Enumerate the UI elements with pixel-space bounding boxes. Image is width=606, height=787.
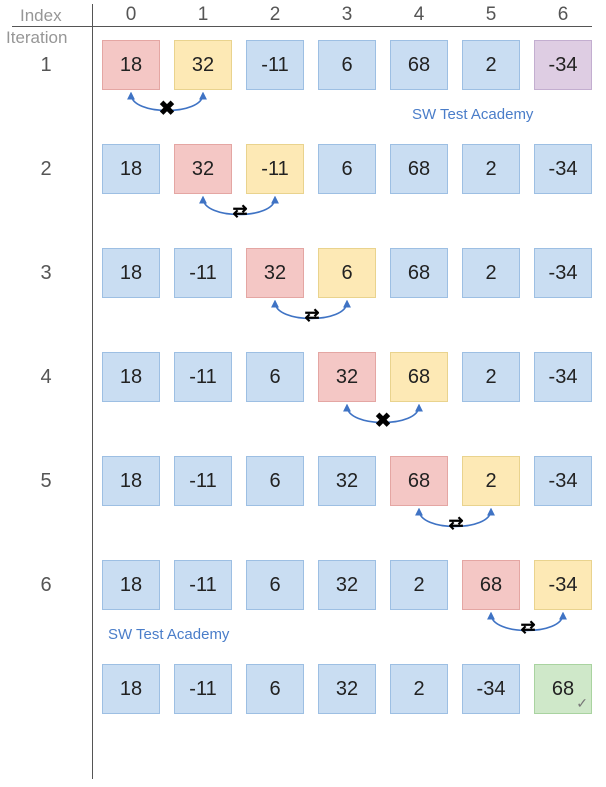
array-cell: 68✓ bbox=[534, 664, 592, 714]
array-cell: -34 bbox=[462, 664, 520, 714]
iteration-row: 618-11632268-34 ⇄ bbox=[0, 560, 606, 614]
array-cell: 6 bbox=[246, 456, 304, 506]
column-header: 5 bbox=[462, 4, 520, 26]
column-header: 1 bbox=[174, 4, 232, 26]
array-cell: 68 bbox=[390, 456, 448, 506]
swap-icon: ⇄ bbox=[435, 512, 475, 535]
array-cell: -34 bbox=[534, 40, 592, 90]
iteration-number: 5 bbox=[0, 470, 92, 493]
iteration-row: 518-11632682-34 ⇄ bbox=[0, 456, 606, 510]
array-cell: -11 bbox=[174, 248, 232, 298]
array-cell: 68 bbox=[462, 560, 520, 610]
iteration-number: 1 bbox=[0, 54, 92, 77]
array-cell: 6 bbox=[318, 144, 376, 194]
swap-icon: ⇄ bbox=[291, 304, 331, 327]
array-cell: 2 bbox=[390, 560, 448, 610]
cells: 18 -11 6 32 68 2 -34 bbox=[102, 456, 592, 506]
header-divider bbox=[12, 26, 592, 27]
array-cell: 32 bbox=[174, 144, 232, 194]
array-cell: 32 bbox=[318, 352, 376, 402]
iteration-row: 21832-116682-34 ⇄ bbox=[0, 144, 606, 198]
check-icon: ✓ bbox=[576, 695, 588, 712]
array-cell: 6 bbox=[246, 560, 304, 610]
swap-icon: ⇄ bbox=[507, 616, 547, 639]
array-cell: 2 bbox=[462, 248, 520, 298]
column-header: 6 bbox=[534, 4, 592, 26]
array-cell: 6 bbox=[246, 352, 304, 402]
array-cell: 18 bbox=[102, 352, 160, 402]
array-cell: 32 bbox=[246, 248, 304, 298]
array-cell: 32 bbox=[318, 560, 376, 610]
cells: 18 32 -11 6 68 2 -34 bbox=[102, 144, 592, 194]
array-cell: 32 bbox=[174, 40, 232, 90]
array-cell: 32 bbox=[318, 456, 376, 506]
column-header: 0 bbox=[102, 4, 160, 26]
column-headers: 0123456 bbox=[102, 4, 592, 26]
array-cell: 18 bbox=[102, 560, 160, 610]
iteration-number: 6 bbox=[0, 574, 92, 597]
array-cell: 2 bbox=[462, 144, 520, 194]
iteration-row: 318-11326682-34 ⇄ bbox=[0, 248, 606, 302]
array-cell: -11 bbox=[246, 40, 304, 90]
array-cell: -11 bbox=[246, 144, 304, 194]
array-cell: 6 bbox=[318, 40, 376, 90]
cells: 18 32 -11 6 68 2 -34 bbox=[102, 40, 592, 90]
array-cell: -34 bbox=[534, 144, 592, 194]
cells: 18 -11 6 32 2 -34 68✓ bbox=[102, 664, 592, 714]
column-header: 3 bbox=[318, 4, 376, 26]
array-cell: -11 bbox=[174, 664, 232, 714]
array-cell: 68 bbox=[390, 144, 448, 194]
array-cell: 2 bbox=[462, 456, 520, 506]
array-cell: -11 bbox=[174, 456, 232, 506]
iteration-row: 11832-116682-34 ✖ bbox=[0, 40, 606, 94]
array-cell: -34 bbox=[534, 352, 592, 402]
column-header: 2 bbox=[246, 4, 304, 26]
array-cell: 18 bbox=[102, 248, 160, 298]
iteration-number: 4 bbox=[0, 366, 92, 389]
array-cell: -34 bbox=[534, 248, 592, 298]
array-cell: -34 bbox=[534, 456, 592, 506]
array-cell: 2 bbox=[390, 664, 448, 714]
no-swap-icon: ✖ bbox=[363, 408, 403, 433]
array-cell: 32 bbox=[318, 664, 376, 714]
array-cell: 68 bbox=[390, 40, 448, 90]
array-cell: 18 bbox=[102, 144, 160, 194]
watermark: SW Test Academy bbox=[412, 106, 533, 123]
array-cell: 18 bbox=[102, 456, 160, 506]
index-label: Index bbox=[20, 6, 62, 26]
array-cell: 18 bbox=[102, 664, 160, 714]
array-cell: 68 bbox=[390, 352, 448, 402]
cells: 18 -11 6 32 68 2 -34 bbox=[102, 352, 592, 402]
iteration-number: 3 bbox=[0, 262, 92, 285]
array-cell: 18 bbox=[102, 40, 160, 90]
swap-icon: ⇄ bbox=[219, 200, 259, 223]
cells: 18 -11 32 6 68 2 -34 bbox=[102, 248, 592, 298]
array-cell: -11 bbox=[174, 560, 232, 610]
rows-container: 1 18 32 -11 6 68 2 -34 ✖ 2 18 32 -11 6 68 2 -34 ⇄ 3 18 -11… bbox=[0, 40, 606, 718]
no-swap-icon: ✖ bbox=[147, 96, 187, 121]
array-cell: -34 bbox=[534, 560, 592, 610]
array-cell: 6 bbox=[246, 664, 304, 714]
iteration-number: 2 bbox=[0, 158, 92, 181]
iteration-row: 18 -11 6 32 2 -34 68✓ bbox=[0, 664, 606, 718]
array-cell: 68 bbox=[390, 248, 448, 298]
array-cell: -11 bbox=[174, 352, 232, 402]
array-cell: 2 bbox=[462, 40, 520, 90]
watermark: SW Test Academy bbox=[108, 626, 229, 643]
iteration-row: 418-11632682-34 ✖ bbox=[0, 352, 606, 406]
column-header: 4 bbox=[390, 4, 448, 26]
cells: 18 -11 6 32 2 68 -34 bbox=[102, 560, 592, 610]
array-cell: 2 bbox=[462, 352, 520, 402]
array-cell: 6 bbox=[318, 248, 376, 298]
